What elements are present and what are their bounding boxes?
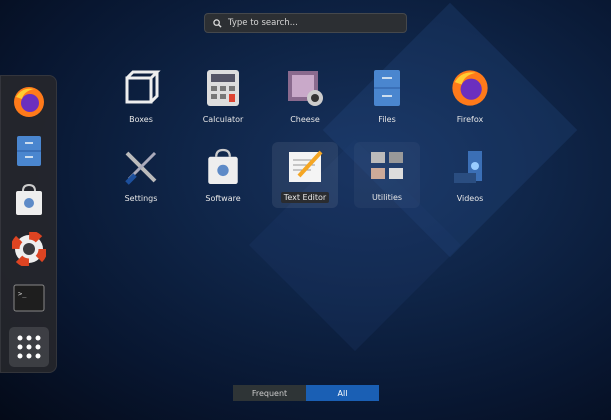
software-icon xyxy=(16,183,42,215)
search-input[interactable]: Type to search... xyxy=(204,13,407,33)
app-label: Cheese xyxy=(290,115,320,124)
utilities-folder-icon xyxy=(371,152,403,179)
app-label: Firefox xyxy=(456,115,484,124)
app-software[interactable]: Software xyxy=(190,143,256,209)
software-icon xyxy=(208,148,238,184)
tab-frequent[interactable]: Frequent xyxy=(233,385,306,401)
app-files[interactable]: Files xyxy=(354,64,420,130)
settings-icon xyxy=(125,151,157,185)
app-cheese[interactable]: Cheese xyxy=(272,64,338,130)
app-label: Text Editor xyxy=(280,192,330,203)
app-label: Boxes xyxy=(129,115,153,124)
app-label: Files xyxy=(378,115,396,124)
app-label: Utilities xyxy=(371,193,403,202)
app-text-editor[interactable]: Text Editor xyxy=(272,142,338,208)
show-applications-button[interactable] xyxy=(9,327,49,367)
dock-terminal[interactable]: >_ xyxy=(9,278,49,318)
firefox-icon xyxy=(14,87,44,117)
search-icon xyxy=(213,18,222,28)
videos-icon xyxy=(454,151,482,183)
app-label: Settings xyxy=(124,194,158,203)
dock-files[interactable] xyxy=(9,131,49,171)
search-placeholder: Type to search... xyxy=(228,18,298,28)
app-label: Calculator xyxy=(202,115,244,124)
dock-software[interactable] xyxy=(9,180,49,220)
app-calculator[interactable]: Calculator xyxy=(190,64,256,130)
terminal-icon: >_ xyxy=(13,284,45,312)
dock-firefox[interactable] xyxy=(9,82,49,122)
app-boxes[interactable]: Boxes xyxy=(108,64,174,130)
app-folder-utilities[interactable]: Utilities xyxy=(354,142,420,208)
cheese-icon xyxy=(288,71,323,106)
app-firefox[interactable]: Firefox xyxy=(437,64,503,130)
app-grid-icon xyxy=(17,335,41,359)
app-settings[interactable]: Settings xyxy=(108,143,174,209)
app-label: Videos xyxy=(456,194,484,203)
dock: >_ xyxy=(0,75,57,373)
app-videos[interactable]: Videos xyxy=(437,143,503,209)
dock-help[interactable] xyxy=(9,229,49,269)
help-lifebuoy-icon xyxy=(12,232,46,266)
calculator-icon xyxy=(207,70,239,106)
view-switcher: Frequent All xyxy=(233,385,379,401)
firefox-icon xyxy=(452,70,488,106)
svg-text:>_: >_ xyxy=(18,290,27,298)
boxes-icon xyxy=(125,70,161,104)
files-icon xyxy=(17,136,41,166)
files-icon xyxy=(374,70,400,106)
tab-all[interactable]: All xyxy=(306,385,379,401)
app-label: Software xyxy=(205,194,241,203)
text-editor-icon xyxy=(289,150,323,182)
